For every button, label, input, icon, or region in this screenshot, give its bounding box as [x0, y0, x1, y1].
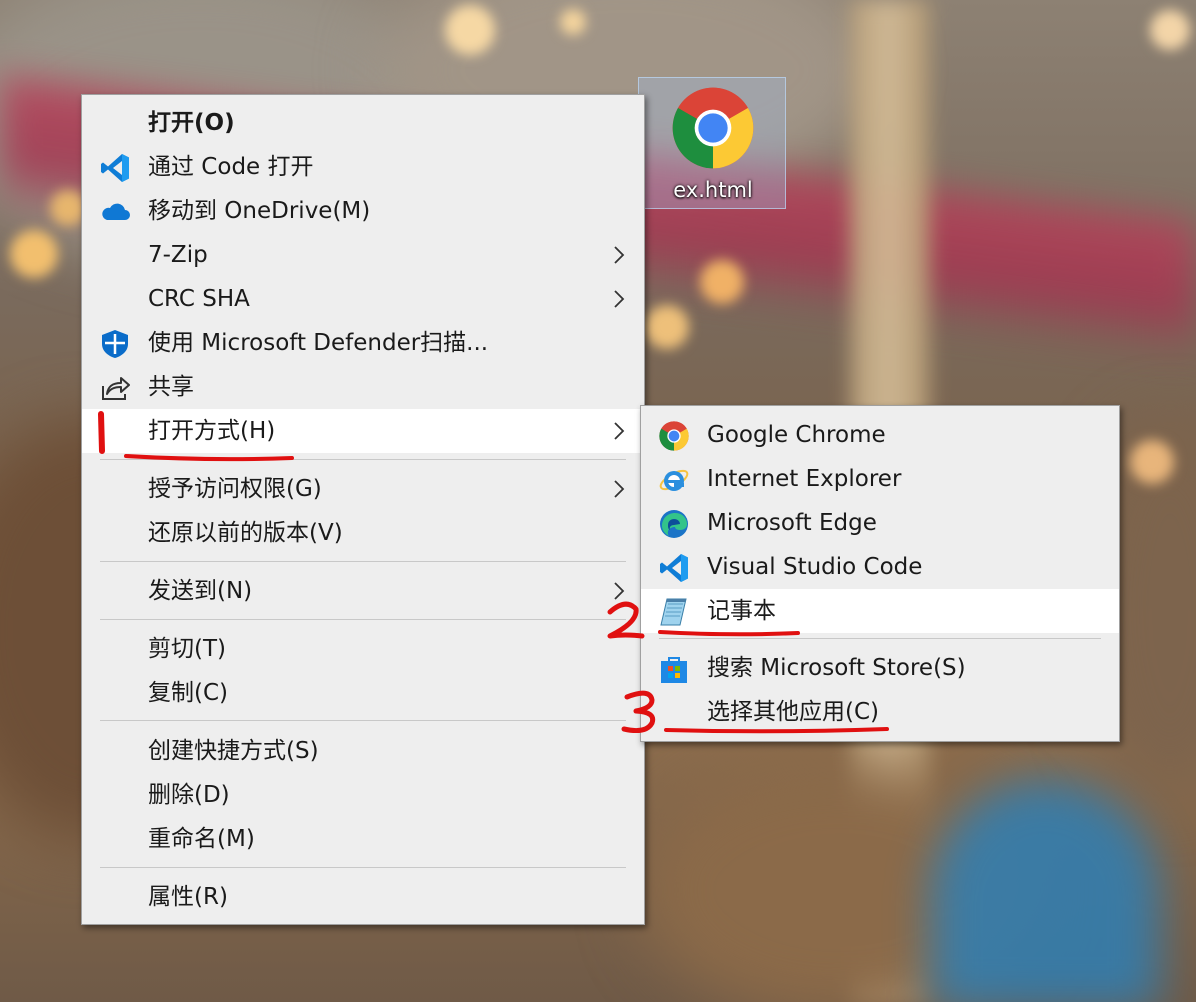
menu-item-share[interactable]: 共享 — [82, 365, 644, 409]
menu-item-label: 复制(C) — [148, 680, 229, 706]
menu-item-label: 7-Zip — [148, 242, 208, 268]
vscode-icon — [660, 554, 688, 582]
microsoft-store-icon — [661, 657, 687, 683]
menu-item-send-to[interactable]: 发送到(N) — [82, 569, 644, 613]
menu-separator — [100, 561, 626, 562]
menu-item-label: 属性(R) — [148, 884, 228, 910]
onedrive-cloud-icon — [102, 203, 130, 220]
submenu-item-label: Internet Explorer — [707, 466, 902, 492]
menu-item-delete[interactable]: 删除(D) — [82, 773, 644, 817]
chevron-right-icon — [614, 480, 625, 498]
menu-item-defender-scan[interactable]: 使用 Microsoft Defender扫描... — [82, 321, 644, 365]
chevron-right-icon — [614, 422, 625, 440]
edge-icon — [660, 510, 688, 538]
menu-item-restore-versions[interactable]: 还原以前的版本(V) — [82, 511, 644, 555]
open-with-google-chrome[interactable]: Google Chrome — [641, 413, 1119, 457]
menu-item-label: 通过 Code 打开 — [148, 154, 314, 180]
menu-item-label: 剪切(T) — [148, 636, 226, 662]
share-icon — [102, 377, 130, 400]
menu-item-label: CRC SHA — [148, 286, 250, 312]
submenu-item-label: Microsoft Edge — [707, 510, 877, 536]
menu-separator — [100, 720, 626, 721]
submenu-item-label: Visual Studio Code — [707, 554, 923, 580]
menu-separator — [100, 619, 626, 620]
open-with-visual-studio-code[interactable]: Visual Studio Code — [641, 545, 1119, 589]
open-with-choose-another-app[interactable]: 选择其他应用(C) — [641, 690, 1119, 734]
menu-item-7zip[interactable]: 7-Zip — [82, 233, 644, 277]
defender-shield-icon — [102, 330, 128, 358]
desktop-file-ex-html[interactable]: ex.html — [638, 77, 786, 209]
menu-separator — [100, 459, 626, 460]
menu-item-label: 使用 Microsoft Defender扫描... — [148, 330, 489, 356]
menu-item-rename[interactable]: 重命名(M) — [82, 817, 644, 861]
menu-item-properties[interactable]: 属性(R) — [82, 875, 644, 919]
submenu-item-label: Google Chrome — [707, 422, 886, 448]
menu-item-copy[interactable]: 复制(C) — [82, 671, 644, 715]
menu-item-label: 共享 — [148, 374, 194, 400]
menu-separator — [100, 867, 626, 868]
menu-item-move-to-onedrive[interactable]: 移动到 OneDrive(M) — [82, 189, 644, 233]
menu-item-label: 打开方式(H) — [148, 418, 276, 444]
chevron-right-icon — [614, 290, 625, 308]
submenu-item-label: 记事本 — [707, 598, 776, 624]
context-menu: 打开(O) 通过 Code 打开 移动到 OneDrive(M) 7-Zip C… — [81, 94, 645, 925]
internet-explorer-icon — [659, 469, 689, 491]
chrome-file-icon — [672, 87, 754, 169]
chevron-right-icon — [614, 246, 625, 264]
menu-item-label: 移动到 OneDrive(M) — [148, 198, 371, 224]
menu-item-open-with[interactable]: 打开方式(H) — [82, 409, 644, 453]
menu-item-label: 授予访问权限(G) — [148, 476, 322, 502]
vscode-icon — [101, 154, 129, 182]
menu-item-label: 发送到(N) — [148, 578, 253, 604]
open-with-internet-explorer[interactable]: Internet Explorer — [641, 457, 1119, 501]
menu-separator — [659, 638, 1101, 639]
menu-item-open[interactable]: 打开(O) — [82, 101, 644, 145]
notepad-icon — [660, 598, 687, 626]
menu-item-label: 打开(O) — [148, 110, 235, 136]
submenu-item-label: 选择其他应用(C) — [707, 699, 880, 725]
open-with-microsoft-edge[interactable]: Microsoft Edge — [641, 501, 1119, 545]
open-with-submenu: Google Chrome Internet Explorer Microsof… — [640, 405, 1120, 742]
menu-item-open-with-code[interactable]: 通过 Code 打开 — [82, 145, 644, 189]
menu-item-label: 创建快捷方式(S) — [148, 738, 319, 764]
menu-item-label: 还原以前的版本(V) — [148, 520, 343, 546]
open-with-search-microsoft-store[interactable]: 搜索 Microsoft Store(S) — [641, 646, 1119, 690]
open-with-notepad[interactable]: 记事本 — [641, 589, 1119, 633]
file-name-label: ex.html — [673, 178, 753, 202]
menu-item-cut[interactable]: 剪切(T) — [82, 627, 644, 671]
submenu-item-label: 搜索 Microsoft Store(S) — [707, 655, 966, 681]
menu-item-create-shortcut[interactable]: 创建快捷方式(S) — [82, 729, 644, 773]
menu-item-label: 删除(D) — [148, 782, 230, 808]
chrome-icon — [659, 421, 689, 451]
menu-item-label: 重命名(M) — [148, 826, 255, 852]
menu-item-give-access[interactable]: 授予访问权限(G) — [82, 467, 644, 511]
chevron-right-icon — [614, 582, 625, 600]
menu-item-crc-sha[interactable]: CRC SHA — [82, 277, 644, 321]
